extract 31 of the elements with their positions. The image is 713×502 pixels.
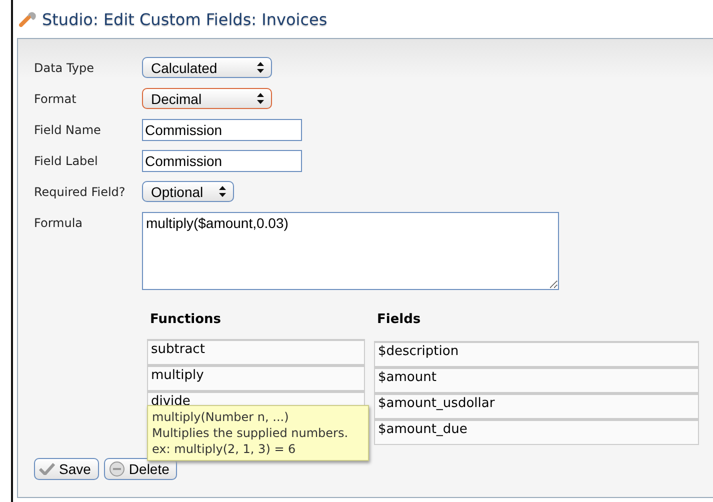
up-down-arrows-icon [257, 93, 264, 104]
field-item[interactable]: $amount [374, 367, 699, 393]
delete-button[interactable]: Delete [104, 458, 178, 480]
field-label: Data Type [34, 60, 96, 75]
minus-circle-icon [108, 461, 125, 477]
window-title: Studio: Edit Custom Fields: Invoices [42, 10, 328, 28]
check-icon [39, 463, 55, 475]
function-item[interactable]: subtract [147, 339, 365, 365]
up-down-arrows-icon [219, 186, 226, 197]
wrench-icon [19, 11, 37, 27]
column-heading: Functions [149, 312, 222, 329]
tooltip-line: Multiplies the supplied numbers. [152, 425, 350, 441]
select-dropdown[interactable]: Calculated [142, 57, 272, 78]
select-dropdown[interactable]: Decimal [142, 88, 272, 109]
field-item[interactable]: $amount_due [374, 419, 699, 445]
field-item[interactable]: $amount_usdollar [374, 393, 699, 419]
field-label: Field Name [34, 122, 102, 137]
text-field[interactable]: Commission [142, 119, 302, 141]
up-down-arrows-icon [257, 62, 264, 73]
select-dropdown[interactable]: Optional [142, 181, 234, 202]
function-item[interactable]: multiply [147, 365, 365, 391]
field-label: Required Field? [34, 184, 126, 199]
save-button[interactable]: Save [34, 458, 99, 480]
field-label: Format [34, 91, 78, 106]
tooltip-line: ex: multiply(2, 1, 3) = 6 [152, 441, 297, 457]
column-heading: Fields [376, 312, 422, 329]
field-label: Formula [34, 215, 84, 230]
field-label: Field Label [34, 153, 99, 168]
formula-field[interactable]: multiply($amount,0.03) [142, 212, 559, 290]
field-item[interactable]: $description [374, 341, 699, 367]
text-field[interactable]: Commission [142, 150, 302, 172]
